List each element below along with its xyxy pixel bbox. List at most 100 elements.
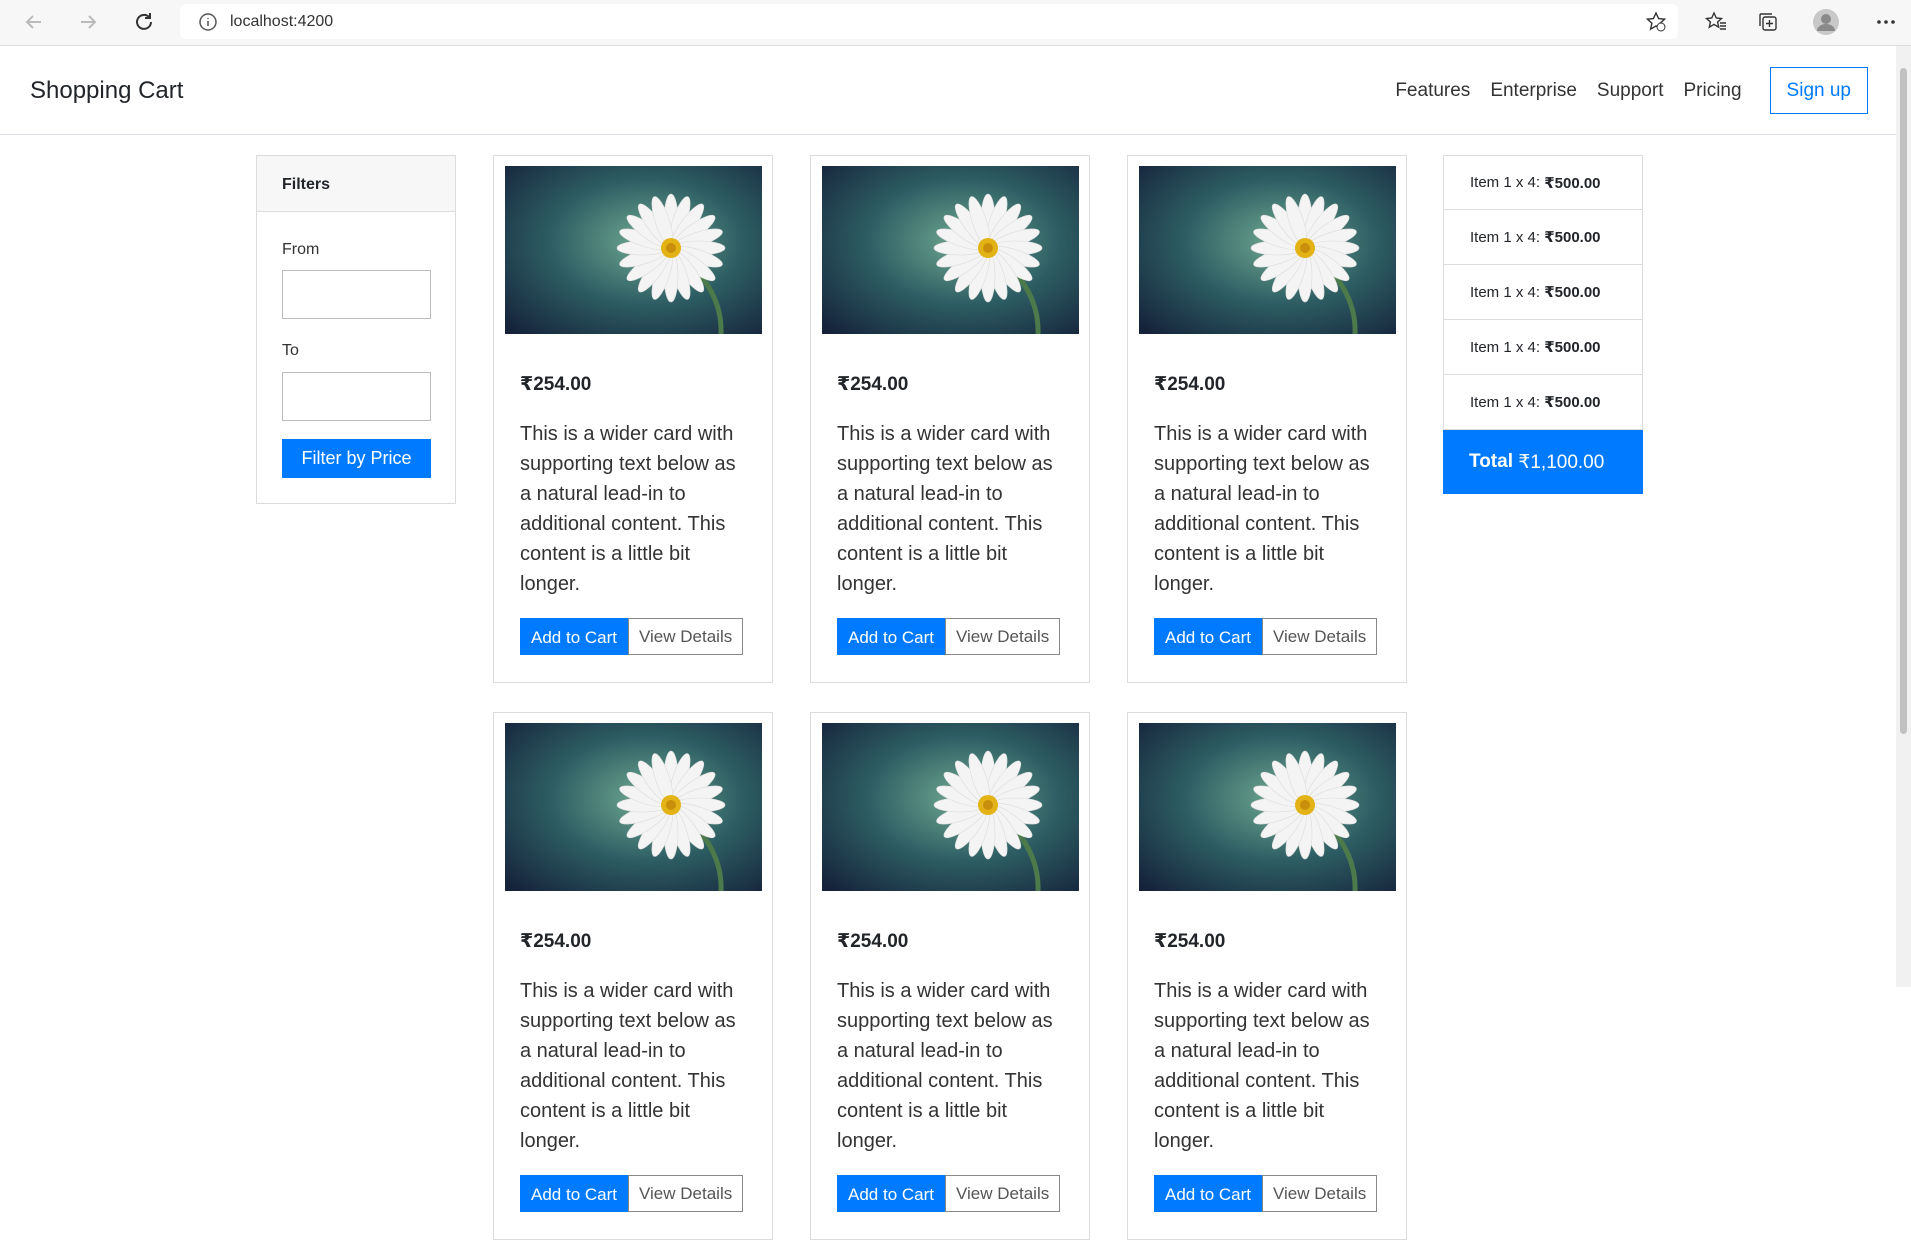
product-card: ₹254.00 This is a wider card with suppor… — [1127, 712, 1407, 1240]
profile-button[interactable] — [1810, 6, 1842, 38]
daisy-image — [505, 166, 762, 334]
more-button[interactable] — [1870, 6, 1902, 38]
to-label: To — [282, 342, 299, 359]
daisy-image — [822, 723, 1079, 891]
scrollbar[interactable] — [1896, 46, 1911, 987]
add-favorite-icon — [1645, 11, 1667, 32]
card-actions: Add to Cart View Details — [1154, 618, 1378, 655]
product-image — [1139, 166, 1396, 334]
cart-summary: Item 1 x 4: ₹500.00 Item 1 x 4: ₹500.00 … — [1443, 155, 1643, 494]
app-navbar: Shopping Cart Features Enterprise Suppor… — [0, 46, 1896, 135]
nav-enterprise[interactable]: Enterprise — [1490, 80, 1577, 102]
forward-arrow-icon — [81, 15, 97, 29]
cart-total-amount: ₹1,100.00 — [1518, 451, 1605, 473]
product-description: This is a wider card with supporting tex… — [837, 980, 1053, 1152]
view-details-button[interactable]: View Details — [628, 1175, 744, 1212]
cart-item: Item 1 x 4: ₹500.00 — [1443, 375, 1643, 430]
product-image — [1139, 723, 1396, 891]
product-price: ₹254.00 — [1154, 374, 1226, 395]
view-details-button[interactable]: View Details — [1262, 1175, 1378, 1212]
add-to-cart-button[interactable]: Add to Cart — [1154, 1175, 1262, 1212]
info-icon[interactable] — [198, 12, 218, 32]
refresh-icon — [136, 13, 152, 30]
card-actions: Add to Cart View Details — [520, 1175, 744, 1212]
product-image — [505, 166, 762, 334]
product-price: ₹254.00 — [520, 931, 592, 952]
add-to-cart-button[interactable]: Add to Cart — [837, 1175, 945, 1212]
add-to-cart-button[interactable]: Add to Cart — [1154, 618, 1262, 655]
view-details-button[interactable]: View Details — [1262, 618, 1378, 655]
browser-toolbar: localhost:4200 — [0, 0, 1911, 46]
filters-title: Filters — [257, 156, 455, 212]
nav-pricing[interactable]: Pricing — [1683, 80, 1741, 102]
from-input[interactable] — [282, 270, 431, 319]
brand[interactable]: Shopping Cart — [30, 77, 183, 105]
signup-button[interactable]: Sign up — [1769, 67, 1868, 114]
product-description: This is a wider card with supporting tex… — [520, 423, 736, 595]
cart-item: Item 1 x 4: ₹500.00 — [1443, 265, 1643, 320]
cart-item: Item 1 x 4: ₹500.00 — [1443, 155, 1643, 210]
filter-by-price-button[interactable]: Filter by Price — [282, 439, 431, 478]
cart-item-amount: ₹500.00 — [1544, 174, 1601, 192]
cart-total-label: Total — [1469, 451, 1513, 472]
refresh-button[interactable] — [128, 6, 160, 38]
daisy-image — [822, 166, 1079, 334]
card-actions: Add to Cart View Details — [520, 618, 744, 655]
product-image — [822, 723, 1079, 891]
cart-item: Item 1 x 4: ₹500.00 — [1443, 320, 1643, 375]
back-button[interactable] — [18, 6, 50, 38]
favorites-icon — [1705, 11, 1726, 30]
product-card: ₹254.00 This is a wider card with suppor… — [810, 155, 1090, 683]
product-card: ₹254.00 This is a wider card with suppor… — [810, 712, 1090, 1240]
product-card: ₹254.00 This is a wider card with suppor… — [493, 155, 773, 683]
cart-item-label: Item 1 x 4: — [1470, 174, 1541, 191]
card-actions: Add to Cart View Details — [837, 1175, 1061, 1212]
card-actions: Add to Cart View Details — [837, 618, 1061, 655]
add-to-cart-button[interactable]: Add to Cart — [837, 618, 945, 655]
product-price: ₹254.00 — [1154, 931, 1226, 952]
view-details-button[interactable]: View Details — [945, 618, 1061, 655]
url-text: localhost:4200 — [230, 12, 334, 30]
add-favorite-button[interactable] — [1640, 6, 1672, 38]
add-to-cart-button[interactable]: Add to Cart — [520, 618, 628, 655]
product-price: ₹254.00 — [837, 931, 909, 952]
nav-features[interactable]: Features — [1395, 80, 1470, 102]
daisy-image — [1139, 723, 1396, 891]
cart-item-label: Item 1 x 4: — [1470, 228, 1541, 246]
more-icon — [1877, 20, 1895, 24]
product-card: ₹254.00 This is a wider card with suppor… — [493, 712, 773, 1240]
product-description: This is a wider card with supporting tex… — [1154, 423, 1370, 595]
scrollbar-thumb[interactable] — [1900, 68, 1907, 734]
product-image — [505, 723, 762, 891]
filters-panel: Filters From To Filter by Price — [256, 155, 456, 504]
cart-item-label: Item 1 x 4: — [1470, 338, 1541, 356]
product-description: This is a wider card with supporting tex… — [837, 423, 1053, 595]
product-description: This is a wider card with supporting tex… — [1154, 980, 1370, 1152]
from-label: From — [282, 241, 320, 258]
product-price: ₹254.00 — [837, 374, 909, 395]
favorites-button[interactable] — [1700, 6, 1732, 38]
cart-item: Item 1 x 4: ₹500.00 — [1443, 210, 1643, 265]
daisy-image — [1139, 166, 1396, 334]
product-card: ₹254.00 This is a wider card with suppor… — [1127, 155, 1407, 683]
view-details-button[interactable]: View Details — [945, 1175, 1061, 1212]
collections-icon — [1759, 13, 1777, 31]
collections-button[interactable] — [1752, 6, 1784, 38]
cart-item-amount: ₹500.00 — [1544, 339, 1601, 356]
cart-item-label: Item 1 x 4: — [1470, 283, 1541, 301]
add-to-cart-button[interactable]: Add to Cart — [520, 1175, 628, 1212]
product-price: ₹254.00 — [520, 374, 592, 395]
product-image — [822, 166, 1079, 334]
card-actions: Add to Cart View Details — [1154, 1175, 1378, 1212]
to-input[interactable] — [282, 372, 431, 421]
nav-support[interactable]: Support — [1597, 80, 1664, 102]
cart-item-amount: ₹500.00 — [1544, 284, 1601, 301]
cart-total: Total ₹1,100.00 — [1443, 430, 1643, 494]
profile-icon — [1813, 9, 1839, 35]
view-details-button[interactable]: View Details — [628, 618, 744, 655]
address-bar[interactable]: localhost:4200 — [180, 4, 1678, 39]
nav-links: Features Enterprise Support Pricing Sign… — [1395, 46, 1896, 135]
cart-item-amount: ₹500.00 — [1544, 229, 1601, 246]
forward-button[interactable] — [72, 6, 104, 38]
cart-item-label: Item 1 x 4: — [1470, 393, 1541, 411]
